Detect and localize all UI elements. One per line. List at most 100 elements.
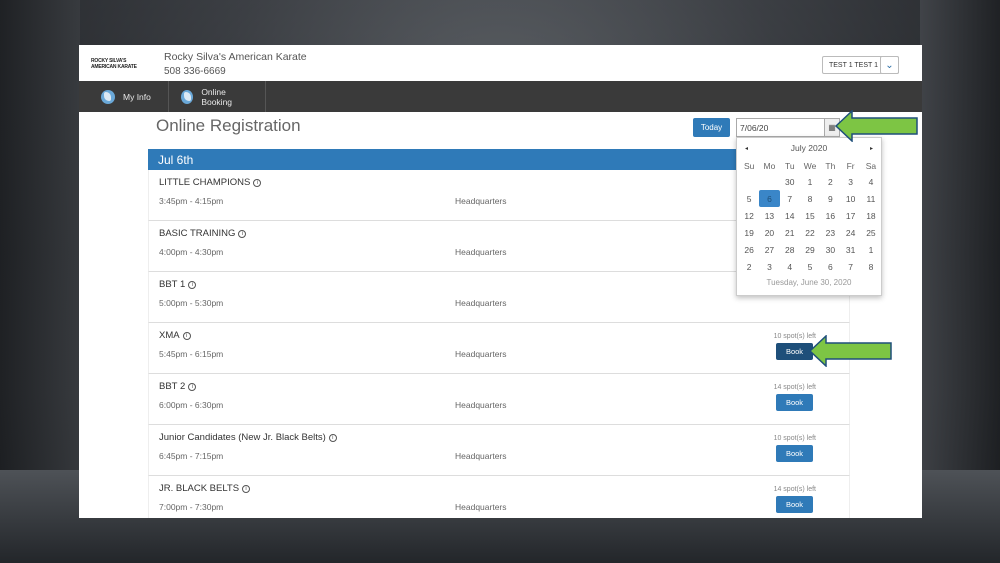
- calendar-day[interactable]: 13: [759, 207, 779, 224]
- calendar-day[interactable]: 8: [800, 190, 820, 207]
- calendar-day[interactable]: 18: [861, 207, 881, 224]
- calendar-day[interactable]: 6: [759, 190, 780, 207]
- calendar-day[interactable]: 27: [759, 241, 779, 258]
- calendar-day[interactable]: 3: [840, 173, 860, 190]
- calendar-day[interactable]: 15: [800, 207, 820, 224]
- calendar-month[interactable]: July 2020: [791, 143, 827, 153]
- book-button[interactable]: Book: [776, 343, 813, 360]
- brand-name: Rocky Silva's American Karate: [164, 51, 307, 63]
- calendar-day[interactable]: 11: [861, 190, 881, 207]
- book-button[interactable]: Book: [776, 394, 813, 411]
- date-input[interactable]: 7/06/20: [736, 118, 825, 137]
- class-time: 7:00pm - 7:30pm: [159, 502, 224, 512]
- weekday-label: We: [803, 160, 817, 171]
- class-time: 4:00pm - 4:30pm: [159, 247, 224, 257]
- class-location: Headquarters: [455, 196, 507, 206]
- info-icon[interactable]: i: [253, 178, 262, 187]
- calendar-day[interactable]: 7: [780, 190, 800, 207]
- pointer-arrow-icon: [835, 110, 918, 142]
- karate-figure-icon: [181, 89, 194, 104]
- calendar-day[interactable]: 1: [861, 241, 881, 258]
- calendar-day[interactable]: 10: [840, 190, 860, 207]
- calendar-day[interactable]: 25: [861, 224, 881, 241]
- calendar-day[interactable]: 1: [800, 173, 820, 190]
- weekday-label: Th: [825, 160, 836, 171]
- calendar-day[interactable]: 6: [820, 258, 840, 275]
- info-icon[interactable]: i: [328, 433, 337, 442]
- calendar-day[interactable]: 17: [840, 207, 860, 224]
- calendar-day[interactable]: 5: [739, 190, 759, 207]
- calendar-day[interactable]: 7: [840, 258, 860, 275]
- class-row: XMA i 5:45pm - 6:15pm Headquarters 10 spo…: [148, 323, 850, 374]
- weekday-label: Su: [743, 160, 755, 171]
- class-time: 5:45pm - 6:15pm: [159, 349, 224, 359]
- class-name: Junior Candidates (New Jr. Black Belts): [159, 432, 326, 443]
- calendar-day[interactable]: 28: [780, 241, 800, 258]
- main-nav: My Info Online Booking: [79, 81, 922, 112]
- class-location: Headquarters: [455, 502, 507, 512]
- calendar-day[interactable]: 30: [780, 173, 800, 190]
- calendar-day[interactable]: 14: [780, 207, 800, 224]
- calendar-day[interactable]: 16: [820, 207, 840, 224]
- calendar-day[interactable]: 9: [820, 190, 840, 207]
- class-row: JR. BLACK BELTS i 7:00pm - 7:30pm Headqua…: [148, 476, 850, 518]
- book-button[interactable]: Book: [776, 496, 813, 513]
- info-icon[interactable]: i: [238, 229, 247, 238]
- today-button[interactable]: Today: [693, 118, 730, 137]
- class-location: Headquarters: [455, 349, 507, 359]
- calendar-grid: Su Mo Tu We Th Fr Sa 30 1 2 3 4 5 6 7 8 9 10 11 12 13 14 15 16 1…: [737, 158, 881, 275]
- class-time: 6:00pm - 6:30pm: [159, 400, 224, 410]
- class-name: BBT 1: [159, 279, 186, 290]
- calendar-day[interactable]: 29: [800, 241, 820, 258]
- calendar-day[interactable]: 4: [780, 258, 800, 275]
- class-time: 6:45pm - 7:15pm: [159, 451, 224, 461]
- class-name: JR. BLACK BELTS: [159, 483, 240, 494]
- weekday-label: Sa: [865, 160, 877, 171]
- pointer-arrow-icon: [809, 335, 892, 367]
- main-content: Online Registration Today 7/06/20 ▦ Jul …: [79, 112, 922, 518]
- calendar-day[interactable]: 21: [780, 224, 800, 241]
- calendar-day[interactable]: 19: [739, 224, 759, 241]
- calendar-day[interactable]: 24: [840, 224, 860, 241]
- class-name: BASIC TRAINING: [159, 228, 236, 239]
- class-location: Headquarters: [455, 451, 507, 461]
- prev-month-icon[interactable]: ◂: [745, 145, 748, 152]
- info-icon[interactable]: i: [182, 331, 191, 340]
- chevron-down-icon[interactable]: ⌄: [880, 56, 899, 74]
- calendar-day[interactable]: 3: [759, 258, 779, 275]
- book-button[interactable]: Book: [776, 445, 813, 462]
- calendar-empty-cell: [739, 173, 759, 190]
- calendar-day[interactable]: 2: [820, 173, 840, 190]
- info-icon[interactable]: i: [188, 382, 197, 391]
- calendar-footer[interactable]: Tuesday, June 30, 2020: [737, 278, 881, 287]
- class-name: XMA: [159, 330, 180, 341]
- calendar-day[interactable]: 20: [759, 224, 779, 241]
- calendar-day[interactable]: 23: [820, 224, 840, 241]
- calendar-day[interactable]: 5: [800, 258, 820, 275]
- next-month-icon[interactable]: ▸: [870, 145, 873, 152]
- calendar-day[interactable]: 2: [739, 258, 759, 275]
- class-row: Junior Candidates (New Jr. Black Belts) i…: [148, 425, 850, 476]
- class-location: Headquarters: [455, 247, 507, 257]
- header: ROCKY SILVA'S AMERICAN KARATE Rocky Silva…: [79, 45, 922, 81]
- nav-my-info[interactable]: My Info: [79, 81, 169, 112]
- calendar-day[interactable]: 22: [800, 224, 820, 241]
- calendar-day[interactable]: 30: [820, 241, 840, 258]
- calendar-day[interactable]: 8: [861, 258, 881, 275]
- datepicker-popup: ◂ July 2020 ▸ Su Mo Tu We Th Fr Sa 30 1 2 3 4 5 6 7 8 9 1…: [736, 137, 882, 296]
- class-location: Headquarters: [455, 400, 507, 410]
- class-name: LITTLE CHAMPIONS: [159, 177, 251, 188]
- karate-figure-icon: [101, 89, 115, 104]
- calendar-day[interactable]: 4: [861, 173, 881, 190]
- calendar-day[interactable]: 31: [840, 241, 860, 258]
- calendar-day[interactable]: 12: [739, 207, 759, 224]
- nav-online-booking[interactable]: Online Booking: [169, 81, 266, 112]
- spots-left: 14 spot(s) left: [773, 384, 816, 391]
- info-icon[interactable]: i: [188, 280, 197, 289]
- info-icon[interactable]: i: [242, 484, 251, 493]
- class-row: BBT 2i 6:00pm - 6:30pm Headquarters 14 s…: [148, 374, 850, 425]
- calendar-day[interactable]: 26: [739, 241, 759, 258]
- calendar-empty-cell: [759, 173, 779, 190]
- spots-left: 10 spot(s) left: [773, 435, 816, 442]
- weekday-label: Fr: [846, 160, 855, 171]
